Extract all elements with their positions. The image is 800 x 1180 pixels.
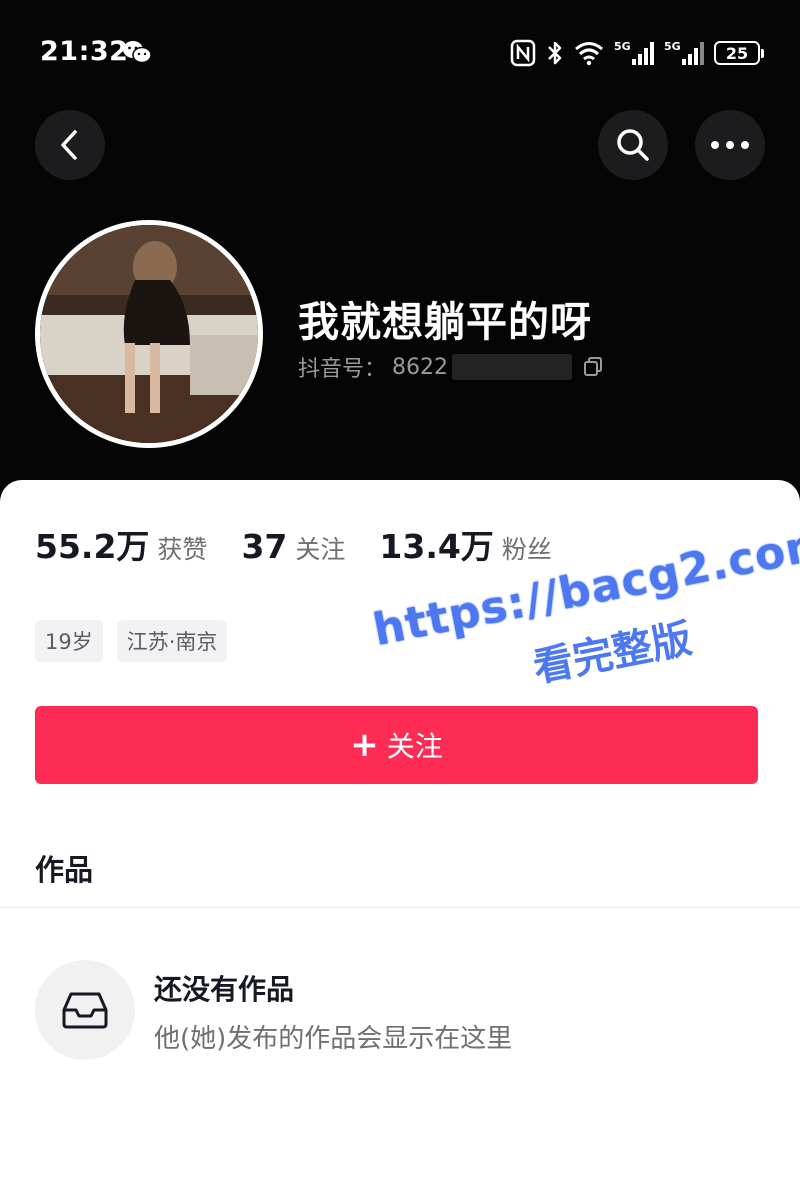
search-icon [617,129,649,161]
signal-5g-icon-2: 5G [664,40,704,65]
chevron-left-icon [61,130,77,160]
search-button[interactable] [598,110,668,180]
douyin-id-label: 抖音号： [298,357,387,382]
profile-header: 21:32 5G 5G 25 我就想躺平的呀 抖音号： 8622 [0,0,800,520]
battery-indicator: 25 [714,41,764,65]
avatar[interactable] [35,220,263,448]
nfc-icon [510,39,536,67]
wechat-icon [123,41,152,64]
stats-row: 55.2万 获赞 37 关注 13.4万 粉丝 [35,520,586,568]
stat-following-value: 37 [241,527,288,566]
empty-works-icon-badge [35,960,135,1060]
tag-age: 19岁 [35,620,103,662]
status-bar: 21:32 5G 5G 25 [0,0,800,100]
divider [0,907,800,908]
signal-5g-icon-1: 5G [614,40,654,65]
wifi-icon [575,42,603,66]
plus-icon: + [350,725,379,765]
more-icon [711,141,749,149]
douyin-id-value: 8622 [392,354,449,380]
more-button[interactable] [695,110,765,180]
nickname: 我就想躺平的呀 [298,298,592,346]
stat-likes-value: 55.2万 [35,527,150,566]
follow-button-label: 关注 [386,730,443,763]
stat-following[interactable]: 37 关注 [241,527,345,566]
stat-followers-label: 粉丝 [501,535,552,564]
inbox-tray-icon [62,992,108,1029]
battery-level: 25 [714,41,760,65]
battery-tip [761,48,764,58]
stat-following-label: 关注 [295,535,346,564]
douyin-id: 抖音号： 8622 [298,352,604,382]
stat-followers-value: 13.4万 [379,527,494,566]
bluetooth-icon [548,41,562,65]
status-time: 21:32 [40,36,129,67]
empty-works-title: 还没有作品 [154,973,295,1006]
copy-icon[interactable] [582,356,604,378]
stat-likes-label: 获赞 [157,535,208,564]
tag-location: 江苏·南京 [116,620,228,662]
works-tab-title[interactable]: 作品 [35,847,93,889]
profile-card: 55.2万 获赞 37 关注 13.4万 粉丝 19岁 江苏·南京 + 关注 作… [0,480,800,1180]
follow-button[interactable]: + 关注 [35,706,758,784]
back-button[interactable] [35,110,105,180]
svg-text:5G: 5G [614,40,631,53]
profile-tags: 19岁 江苏·南京 [35,620,228,662]
douyin-id-redaction [452,354,573,380]
stat-followers[interactable]: 13.4万 粉丝 [379,520,551,568]
status-icons: 5G 5G 25 [510,38,764,68]
empty-works-description: 他(她)发布的作品会显示在这里 [154,1024,513,1054]
svg-text:5G: 5G [664,40,681,53]
avatar-photo [40,225,258,443]
stat-likes[interactable]: 55.2万 获赞 [35,520,207,568]
